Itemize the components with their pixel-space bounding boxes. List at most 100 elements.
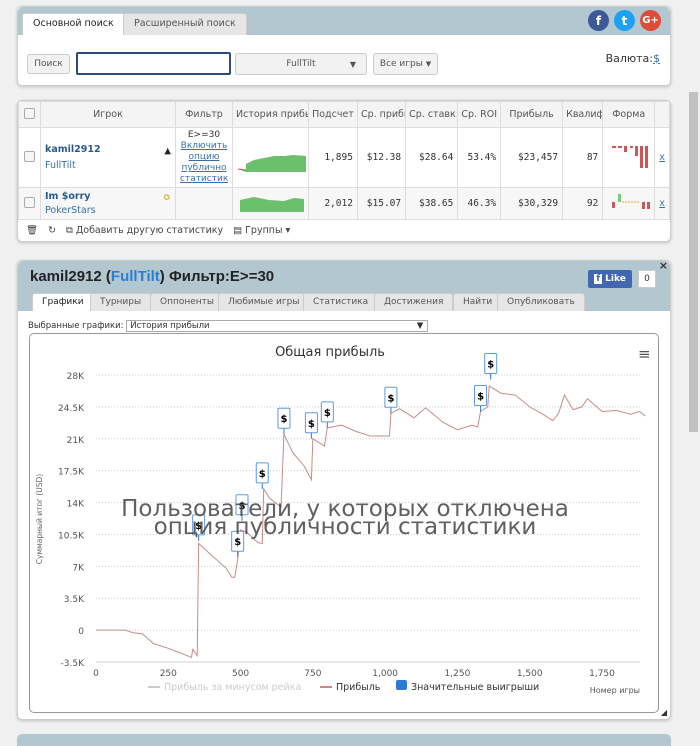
remove-player-link[interactable]: x	[659, 152, 665, 163]
close-icon[interactable]: ×	[659, 259, 668, 272]
player-site: FullTilt	[45, 160, 76, 171]
column-header[interactable]: Форма	[602, 101, 656, 128]
site-select[interactable]: FullTilt ▼	[235, 53, 367, 75]
column-header[interactable]: Подсчет	[308, 101, 358, 128]
select-all-checkbox[interactable]	[24, 107, 35, 119]
column-header[interactable]: Ср. прибь	[356, 101, 407, 128]
y-tick-label: 21K	[67, 436, 85, 446]
y-tick-label: -3.5K	[61, 659, 86, 669]
roi-cell: 46.3%	[457, 187, 502, 220]
big-win-label: $	[259, 469, 266, 480]
chart-title: Общая прибыль	[275, 345, 385, 360]
scrollbar-thumb[interactable]	[689, 92, 698, 432]
y-tick-label: 0	[78, 627, 84, 637]
player-name-link[interactable]: Im $orry	[45, 191, 171, 202]
remove-player-link[interactable]: x	[659, 198, 665, 209]
row-checkbox[interactable]	[24, 150, 35, 162]
player-name-link[interactable]: kamil2912	[45, 144, 171, 155]
site-select-value: FullTilt	[286, 59, 316, 69]
avg-profit-cell: $15.07	[356, 187, 407, 220]
avg-profit-cell: $12.38	[356, 127, 407, 188]
big-win-label: $	[487, 360, 494, 371]
players-table: Игрок Фильтр История прибь Подсчет Ср. п…	[18, 101, 670, 220]
legend-rake: Прибыль за минусом рейка	[164, 682, 301, 693]
tab-publish[interactable]: Опубликовать	[497, 293, 585, 311]
profit-sparkline	[240, 197, 304, 212]
profit-sparkline	[237, 155, 306, 172]
legend-profit: Прибыль	[336, 682, 381, 693]
twitter-icon[interactable]: t	[614, 10, 635, 31]
like-button[interactable]: f Like	[588, 270, 632, 288]
next-panel	[17, 734, 671, 746]
form-chart	[612, 194, 651, 209]
trash-icon[interactable]: 🗑	[26, 225, 38, 236]
enable-public-link[interactable]: Включить опцию публично статистик	[180, 141, 228, 185]
column-header	[654, 101, 670, 128]
paren: )	[159, 268, 165, 285]
big-win-label: $	[280, 414, 287, 425]
google-plus-icon[interactable]: G+	[640, 10, 661, 31]
scrollbar[interactable]	[686, 0, 700, 744]
x-tick-label: 0	[93, 669, 99, 679]
chevron-down-icon: ▼	[416, 321, 424, 331]
column-header[interactable]: Фильтр	[175, 101, 233, 128]
medal-icon: ✪	[163, 190, 170, 203]
facebook-icon: f	[594, 274, 603, 284]
search-input[interactable]	[76, 52, 231, 75]
column-header[interactable]: Прибыль	[500, 101, 564, 128]
x-tick-label: 750	[304, 669, 321, 679]
menu-icon[interactable]: ≡	[638, 345, 651, 363]
y-axis-label: Суммарный итог (USD)	[35, 474, 44, 565]
tab-opponents[interactable]: Оппоненты	[150, 293, 225, 311]
count-cell: 2,012	[308, 187, 358, 220]
games-select[interactable]: Все игры ▼	[373, 53, 438, 75]
y-tick-label: 10.5K	[58, 531, 85, 541]
like-count: 0	[638, 270, 656, 288]
row-checkbox[interactable]	[24, 196, 35, 208]
legend-wins-swatch	[396, 680, 407, 690]
search-button[interactable]: Поиск	[27, 54, 70, 74]
add-stat-label: Добавить другую статистику	[75, 225, 224, 236]
x-tick-label: 1,500	[517, 669, 543, 679]
column-header[interactable]: Ср. ставк:	[405, 101, 459, 128]
profit-cell: $23,457	[500, 127, 564, 188]
groups-button[interactable]: ▤ Группы ▾	[233, 225, 290, 236]
groups-label: Группы	[245, 225, 283, 236]
table-row: Im $orry PokerStars ✪ 2,012 $15.07 $38.65 …	[18, 187, 670, 220]
tab-favorite-games[interactable]: Любимые игры	[218, 293, 310, 311]
player-site: PokerStars	[45, 205, 96, 216]
avg-stake-cell: $28.64	[405, 127, 459, 188]
resize-handle[interactable]: ◢	[661, 708, 667, 717]
chart-selector-label: Выбранные графики:	[28, 321, 124, 331]
player-panel: kamil2912 (FullTilt) Фильтр:E>=30 f Like …	[17, 259, 671, 720]
facebook-icon[interactable]: f	[588, 10, 609, 31]
column-header[interactable]: Ср. ROI	[457, 101, 502, 128]
add-stat-button[interactable]: ⧉ Добавить другую статистику	[66, 225, 223, 236]
chart-selector: Выбранные графики: История прибыли ▼	[28, 320, 429, 332]
tab-advanced-search[interactable]: Расширенный поиск	[123, 13, 247, 35]
tab-basic-search[interactable]: Основной поиск	[22, 13, 125, 35]
chart-select-value: История прибыли	[130, 321, 210, 331]
filter-value: E>=30	[187, 130, 221, 140]
x-tick-label: 250	[160, 669, 177, 679]
tab-achievements[interactable]: Достижения	[374, 293, 454, 311]
column-header[interactable]: Игрок	[40, 101, 176, 128]
column-header[interactable]: История прибь	[232, 101, 309, 128]
y-tick-label: 14K	[67, 500, 85, 510]
column-header[interactable]: Квалиф	[562, 101, 604, 128]
tab-find[interactable]: Найти	[453, 293, 503, 311]
like-label: Like	[605, 274, 626, 284]
chart-select[interactable]: История прибыли ▼	[126, 320, 429, 332]
tab-statistics[interactable]: Статистика	[303, 293, 379, 311]
currency-link[interactable]: $	[653, 52, 660, 65]
search-panel: Основной поиск Расширенный поиск f t G+ …	[17, 6, 671, 86]
refresh-icon[interactable]: ↻	[48, 225, 56, 236]
y-tick-label: 7K	[72, 563, 85, 573]
title-player: kamil2912	[30, 268, 102, 285]
private-stats-overlay: опция публичности статистики	[154, 514, 537, 540]
tab-tournaments[interactable]: Турниры	[90, 293, 152, 311]
x-tick-label: 1,250	[445, 669, 471, 679]
tab-charts[interactable]: Графики	[32, 293, 94, 311]
big-win-label: $	[308, 419, 315, 430]
big-win-label: $	[324, 408, 331, 419]
